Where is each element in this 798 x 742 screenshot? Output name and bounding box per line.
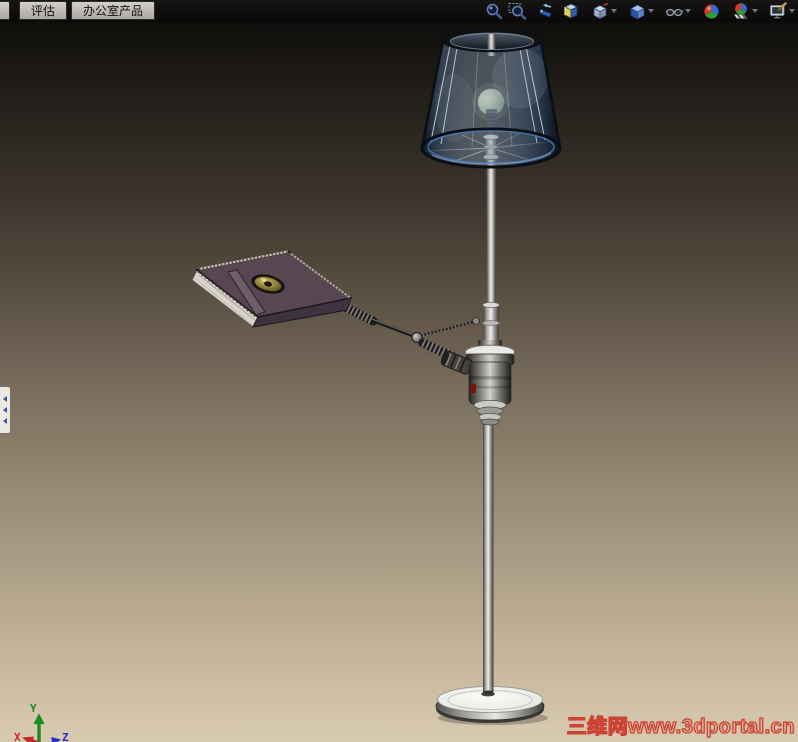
- view-orientation-dropdown-caret: [611, 9, 617, 13]
- display-style-button[interactable]: [627, 1, 655, 21]
- left-arrow-icon: [3, 418, 7, 424]
- strut-fitting: [472, 317, 480, 325]
- arm-assembly[interactable]: [336, 300, 482, 368]
- hide-show-dropdown-caret: [685, 9, 691, 13]
- feature-tree-expander[interactable]: [0, 386, 11, 434]
- triad-x-arrow: [22, 736, 34, 742]
- command-tabs: 评估 办公室产品: [0, 0, 156, 22]
- zoom-to-area-button[interactable]: [507, 1, 528, 21]
- command-bar: 评估 办公室产品: [0, 0, 798, 22]
- apply-scene-dropdown-caret: [752, 9, 758, 13]
- view-settings-button[interactable]: [768, 1, 796, 21]
- heads-up-view-toolbar: [484, 0, 796, 22]
- section-view-button[interactable]: [560, 1, 581, 21]
- left-arrow-icon: [3, 396, 7, 402]
- view-orientation-button[interactable]: [590, 1, 618, 21]
- arm-rod[interactable]: [371, 318, 415, 338]
- clamp-joint[interactable]: [439, 340, 515, 426]
- reference-triad: Y X Z: [14, 702, 69, 742]
- tab-evaluate-label: 评估: [31, 4, 56, 18]
- triad-z-label: Z: [62, 731, 69, 742]
- hide-show-items-icon: [665, 8, 684, 16]
- book-tray[interactable]: [191, 250, 353, 328]
- section-view-icon: [564, 3, 578, 19]
- view-settings-icon: [770, 1, 787, 18]
- arm-rod-highlight: [371, 318, 415, 336]
- left-arrow-icon: [3, 407, 7, 413]
- tab-office-products-label: 办公室产品: [83, 4, 144, 18]
- triad-x-label: X: [14, 731, 21, 742]
- display-style-icon: [630, 4, 645, 20]
- clamp-red-detail: [471, 384, 476, 393]
- lamp-shade[interactable]: [420, 27, 562, 169]
- hide-show-items-button[interactable]: [664, 1, 692, 21]
- arm-strut[interactable]: [418, 318, 482, 338]
- triad-y-arrow: [33, 713, 45, 724]
- tab-evaluate[interactable]: 评估: [19, 1, 68, 20]
- lamp-pole[interactable]: [482, 160, 500, 695]
- zoom-to-area-icon: [508, 2, 527, 20]
- realview-button[interactable]: [701, 1, 722, 21]
- tab-partial[interactable]: [0, 1, 10, 20]
- view-orientation-icon: [593, 2, 609, 19]
- realview-sphere-icon: [704, 3, 719, 19]
- watermark-text: 三维网www.3dportal.cn: [566, 715, 795, 738]
- apply-scene-icon: [733, 2, 748, 19]
- app-window: 评估 办公室产品 Y X Z 三维网www.3dportal.cn: [0, 0, 798, 742]
- triad-y-label: Y: [30, 702, 37, 715]
- zoom-to-fit-button[interactable]: [484, 1, 505, 21]
- zoom-to-fit-icon: [486, 3, 503, 19]
- view-settings-dropdown-caret: [789, 9, 795, 13]
- model-canvas[interactable]: [0, 0, 798, 742]
- apply-scene-button[interactable]: [731, 1, 759, 21]
- tab-office-products[interactable]: 办公室产品: [71, 1, 156, 20]
- previous-view-icon: [539, 3, 552, 18]
- display-style-dropdown-caret: [648, 9, 654, 13]
- triad-z-arrow: [51, 737, 61, 742]
- previous-view-button[interactable]: [537, 1, 558, 21]
- graphics-viewport[interactable]: Y X Z 三维网www.3dportal.cn: [0, 22, 798, 742]
